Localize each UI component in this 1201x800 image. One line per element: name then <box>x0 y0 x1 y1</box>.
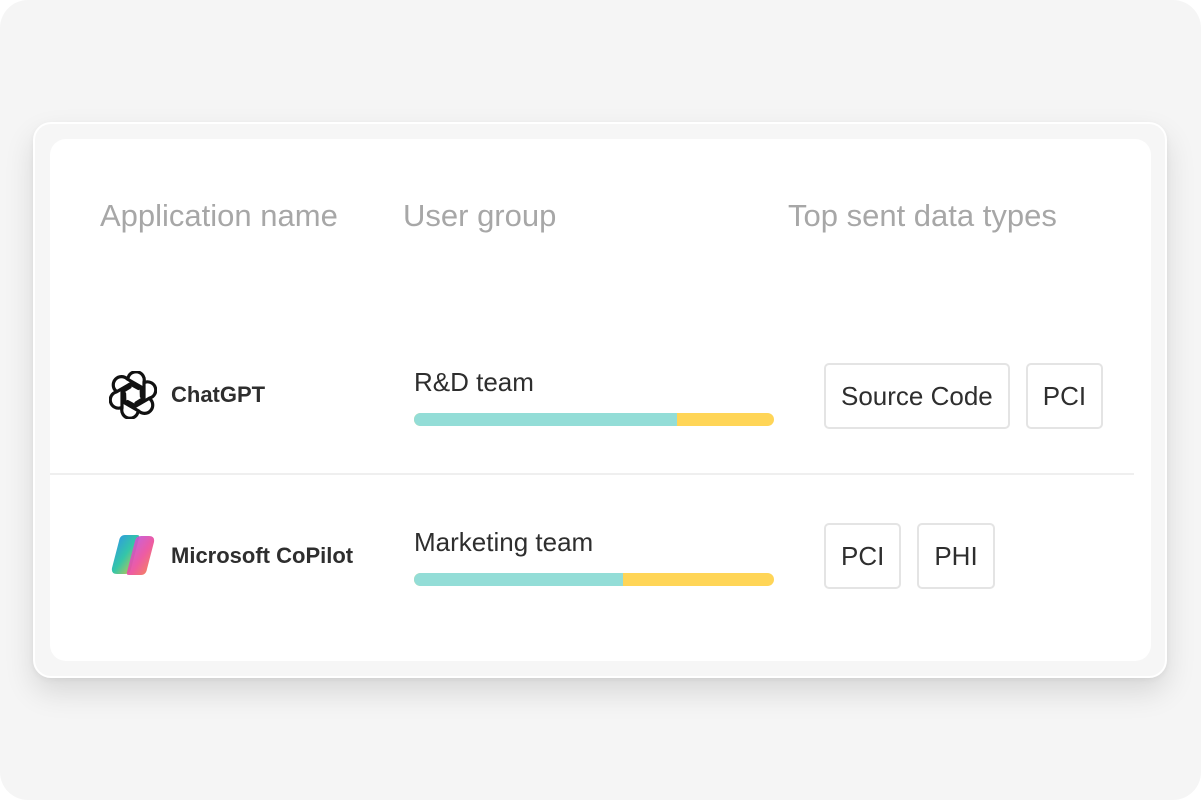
copilot-logo-icon <box>111 535 155 575</box>
column-header-application-name: Application name <box>100 198 338 233</box>
column-header-user-group: User group <box>403 198 557 233</box>
app-name: ChatGPT <box>171 382 266 407</box>
data-type-tag: PHI <box>917 523 995 589</box>
openai-logo-icon <box>109 371 157 419</box>
usage-bar-fill <box>414 413 677 426</box>
data-type-tag: PCI <box>1025 363 1104 429</box>
user-group-name: Marketing team <box>414 527 594 557</box>
user-group-name: R&D team <box>414 367 534 397</box>
usage-bar <box>414 573 774 586</box>
usage-bar-fill <box>414 573 623 586</box>
data-type-tag: Source Code <box>824 363 1010 429</box>
column-header-top-sent-data-types: Top sent data types <box>788 198 1057 233</box>
data-type-tag: PCI <box>824 523 902 589</box>
usage-bar <box>414 413 774 426</box>
data-type-tags: PCI PHI <box>824 523 995 589</box>
row-divider <box>50 473 1134 475</box>
data-type-tags: Source Code PCI <box>824 363 1104 429</box>
app-name: Microsoft CoPilot <box>171 543 354 568</box>
